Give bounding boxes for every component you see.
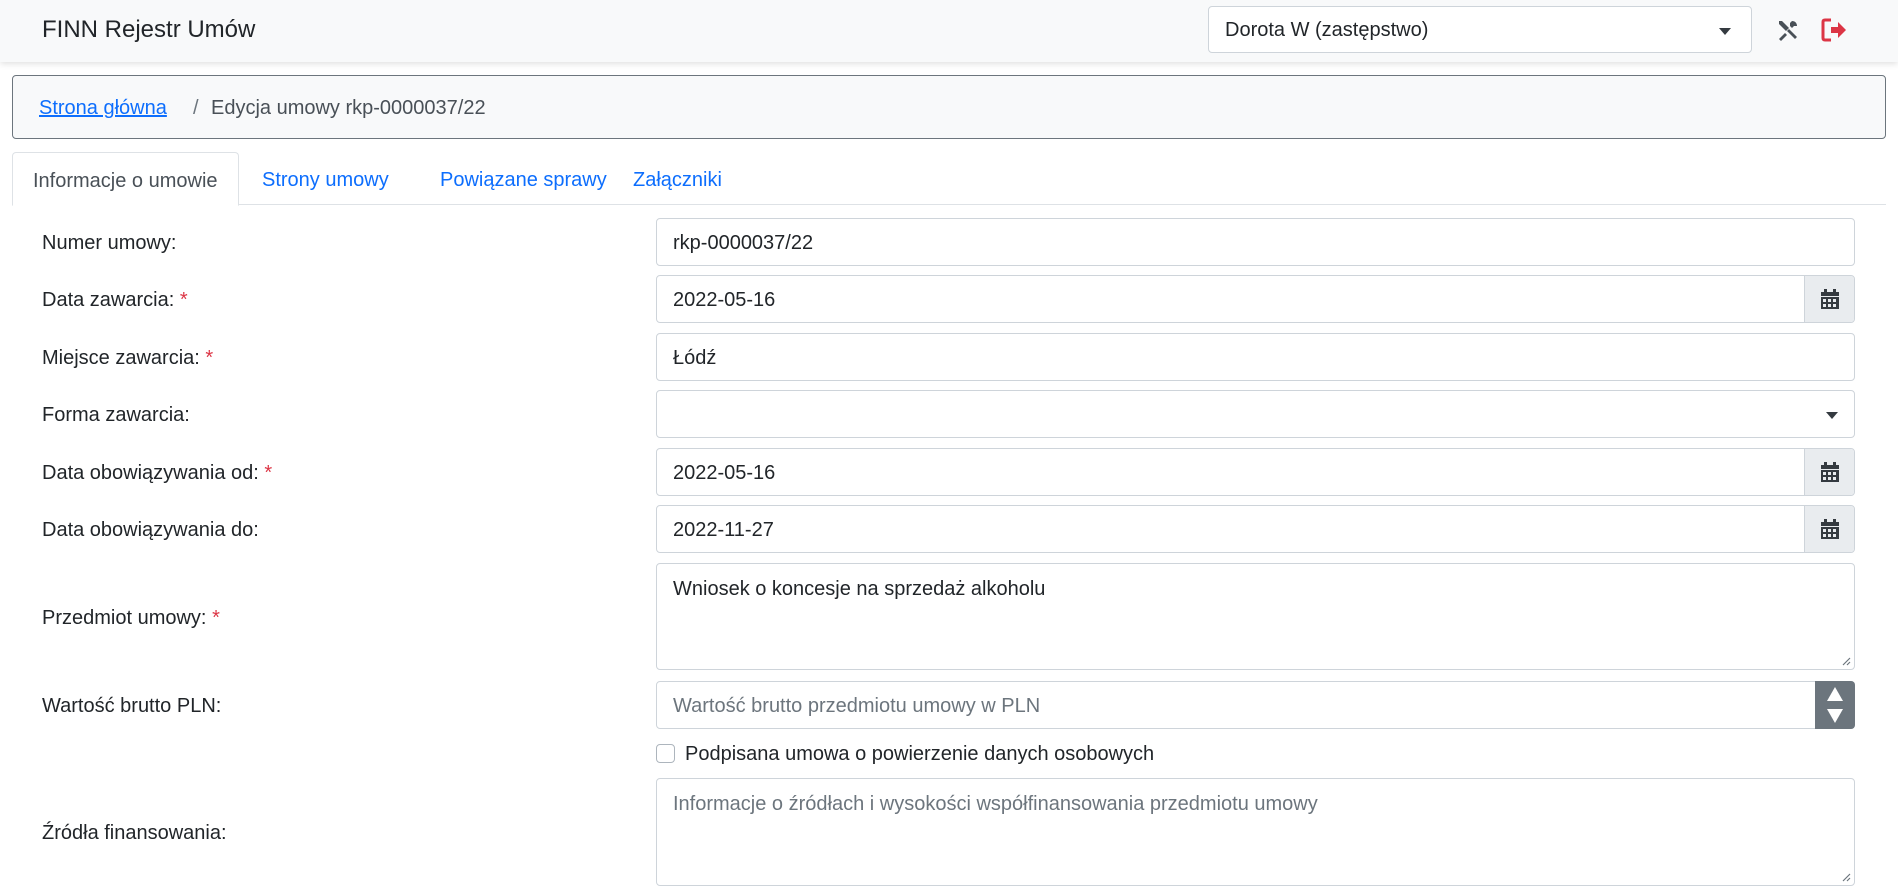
chevron-down-icon [1719,28,1731,35]
top-navbar: FINN Rejestr Umów Dorota W (zastępstwo) [0,0,1898,62]
zrodla-placeholder: Informacje o źródłach i wysokości współf… [673,793,1318,815]
data-od-value: 2022-05-16 [673,462,776,484]
breadcrumb: Strona główna / Edycja umowy rkp-0000037… [12,75,1886,139]
numer-umowy-input[interactable]: rkp-0000037/22 [656,218,1855,266]
tab-zalaczniki[interactable]: Załączniki [613,152,742,205]
tab-strony[interactable]: Strony umowy [242,152,409,205]
data-do-label: Data obowiązywania do: [42,519,259,541]
wartosc-placeholder: Wartość brutto przedmiotu umowy w PLN [673,695,1041,717]
wartosc-input[interactable]: Wartość brutto przedmiotu umowy w PLN [656,681,1855,729]
numer-umowy-label: Numer umowy: [42,232,177,254]
required-marker: * [212,607,220,629]
breadcrumb-current: Edycja umowy rkp-0000037/22 [211,97,486,119]
tab-bar: Informacje o umowie Strony umowy Powiąza… [12,152,1886,206]
calendar-icon [1821,462,1839,482]
numer-umowy-value: rkp-0000037/22 [673,232,814,254]
spinner-down-icon[interactable] [1827,709,1843,723]
data-zawarcia-calendar-button[interactable] [1804,276,1854,322]
calendar-icon [1821,289,1839,309]
breadcrumb-separator: / [193,97,199,119]
miejsce-zawarcia-input[interactable]: Łódź [656,333,1855,381]
data-zawarcia-input[interactable]: 2022-05-16 [656,275,1855,323]
required-marker: * [179,289,188,311]
zrodla-label: Źródła finansowania: [42,822,227,844]
resize-handle-icon[interactable] [1841,656,1851,666]
data-od-label: Data obowiązywania od: * [42,462,273,484]
calendar-icon [1821,519,1839,539]
przedmiot-label: Przedmiot umowy: * [42,607,220,629]
data-od-calendar-button[interactable] [1804,449,1854,495]
data-do-value: 2022-11-27 [673,519,774,541]
tools-icon[interactable] [1776,18,1800,42]
app-title[interactable]: FINN Rejestr Umów [42,16,255,44]
data-do-input[interactable]: 2022-11-27 [656,505,1855,553]
przedmiot-value: Wniosek o koncesje na sprzedaż alkoholu [673,578,1046,600]
data-do-calendar-button[interactable] [1804,506,1854,552]
miejsce-zawarcia-value: Łódź [673,347,717,369]
required-marker: * [264,462,273,484]
number-spinner[interactable] [1815,681,1855,729]
tab-powiazane-sprawy[interactable]: Powiązane sprawy [420,152,627,205]
user-select-value: Dorota W (zastępstwo) [1225,19,1429,41]
wartosc-label: Wartość brutto PLN: [42,695,222,717]
miejsce-zawarcia-label: Miejsce zawarcia: * [42,347,214,369]
resize-handle-icon[interactable] [1841,872,1851,882]
spinner-up-icon[interactable] [1827,687,1843,701]
user-select[interactable]: Dorota W (zastępstwo) [1208,6,1752,53]
forma-zawarcia-label: Forma zawarcia: [42,404,190,426]
data-zawarcia-value: 2022-05-16 [673,289,776,311]
logout-icon[interactable] [1820,16,1848,44]
forma-zawarcia-select[interactable] [656,390,1855,438]
zrodla-textarea[interactable]: Informacje o źródłach i wysokości współf… [656,778,1855,886]
powierzenie-label[interactable]: Podpisana umowa o powierzenie danych oso… [685,743,1154,766]
przedmiot-textarea[interactable]: Wniosek o koncesje na sprzedaż alkoholu [656,563,1855,670]
data-zawarcia-label: Data zawarcia: * [42,289,188,311]
breadcrumb-home-link[interactable]: Strona główna [39,97,167,120]
chevron-down-icon [1826,412,1838,419]
tab-informacje[interactable]: Informacje o umowie [12,152,239,206]
required-marker: * [205,347,214,369]
data-od-input[interactable]: 2022-05-16 [656,448,1855,496]
powierzenie-checkbox[interactable] [656,744,675,763]
